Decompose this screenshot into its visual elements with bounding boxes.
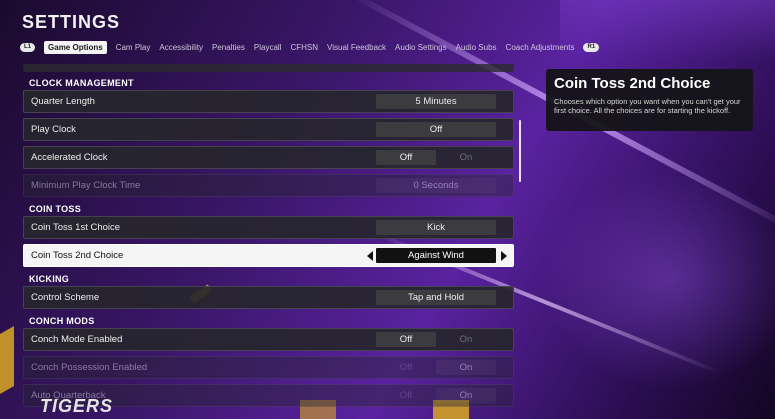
setting-conch-mode[interactable]: Conch Mode Enabled Off On (23, 328, 514, 351)
toggle-on-option: On (436, 388, 496, 403)
toggle-auto-quarterback: Off On (376, 388, 496, 403)
list-scrollbar[interactable] (519, 120, 521, 182)
team-logo-text: TIGERS (40, 396, 114, 416)
page-title: SETTINGS (22, 12, 121, 32)
tab-coach-adjustments[interactable]: Coach Adjustments (506, 43, 575, 52)
section-conch-mods: CONCH MODS (29, 316, 95, 326)
help-panel: Coin Toss 2nd Choice Chooses which optio… (546, 69, 753, 131)
tab-accessibility[interactable]: Accessibility (159, 43, 203, 52)
setting-coin-toss-1st[interactable]: Coin Toss 1st Choice Kick (23, 216, 514, 239)
arrow-right-icon[interactable] (501, 251, 507, 261)
toggle-off-option[interactable]: Off (376, 150, 436, 165)
toggle-on-option: On (436, 360, 496, 375)
help-title: Coin Toss 2nd Choice (554, 75, 711, 92)
setting-value[interactable]: Against Wind (376, 248, 496, 263)
setting-min-play-clock: Minimum Play Clock Time 0 Seconds (23, 174, 514, 197)
setting-value[interactable]: 5 Minutes (376, 94, 496, 109)
tab-bar: L1 Game Options Cam Play Accessibility P… (20, 40, 600, 54)
setting-value[interactable]: Tap and Hold (376, 290, 496, 305)
setting-control-scheme[interactable]: Control Scheme Tap and Hold (23, 286, 514, 309)
help-description: Chooses which option you want when you c… (554, 97, 741, 115)
tab-cam-play[interactable]: Cam Play (116, 43, 151, 52)
toggle-conch-possession: Off On (376, 360, 496, 375)
toggle-accelerated-clock[interactable]: Off On (376, 150, 496, 165)
setting-accelerated-clock[interactable]: Accelerated Clock Off On (23, 146, 514, 169)
toggle-off-option: Off (399, 390, 413, 401)
l1-button-hint[interactable]: L1 (20, 42, 36, 52)
setting-value: 0 Seconds (376, 178, 496, 193)
tab-game-options[interactable]: Game Options (44, 40, 107, 54)
settings-list: CLOCK MANAGEMENT Quarter Length 5 Minute… (23, 64, 514, 412)
r1-button-hint[interactable]: R1 (583, 42, 600, 52)
toggle-off-option[interactable]: Off (376, 332, 436, 347)
toggle-on-option[interactable]: On (436, 332, 496, 347)
section-coin-toss: COIN TOSS (29, 204, 82, 214)
toggle-on-option[interactable]: On (436, 150, 496, 165)
tab-cfhsn[interactable]: CFHSN (290, 43, 318, 52)
toggle-conch-mode[interactable]: Off On (376, 332, 496, 347)
tab-audio-settings[interactable]: Audio Settings (395, 43, 447, 52)
tab-visual-feedback[interactable]: Visual Feedback (327, 43, 386, 52)
setting-quarter-length[interactable]: Quarter Length 5 Minutes (23, 90, 514, 113)
setting-conch-possession: Conch Possession Enabled Off On (23, 356, 514, 379)
tab-penalties[interactable]: Penalties (212, 43, 245, 52)
section-clock-management: CLOCK MANAGEMENT (29, 78, 134, 88)
setting-coin-toss-2nd[interactable]: Coin Toss 2nd Choice Against Wind (23, 244, 514, 267)
setting-value[interactable]: Off (376, 122, 496, 137)
setting-play-clock[interactable]: Play Clock Off (23, 118, 514, 141)
setting-value[interactable]: Kick (376, 220, 496, 235)
toggle-off-option: Off (399, 362, 413, 373)
tab-audio-subs[interactable]: Audio Subs (456, 43, 497, 52)
section-kicking: KICKING (29, 274, 70, 284)
previous-row-stub (23, 64, 514, 72)
tab-playcall[interactable]: Playcall (254, 43, 282, 52)
arrow-left-icon[interactable] (367, 251, 373, 261)
